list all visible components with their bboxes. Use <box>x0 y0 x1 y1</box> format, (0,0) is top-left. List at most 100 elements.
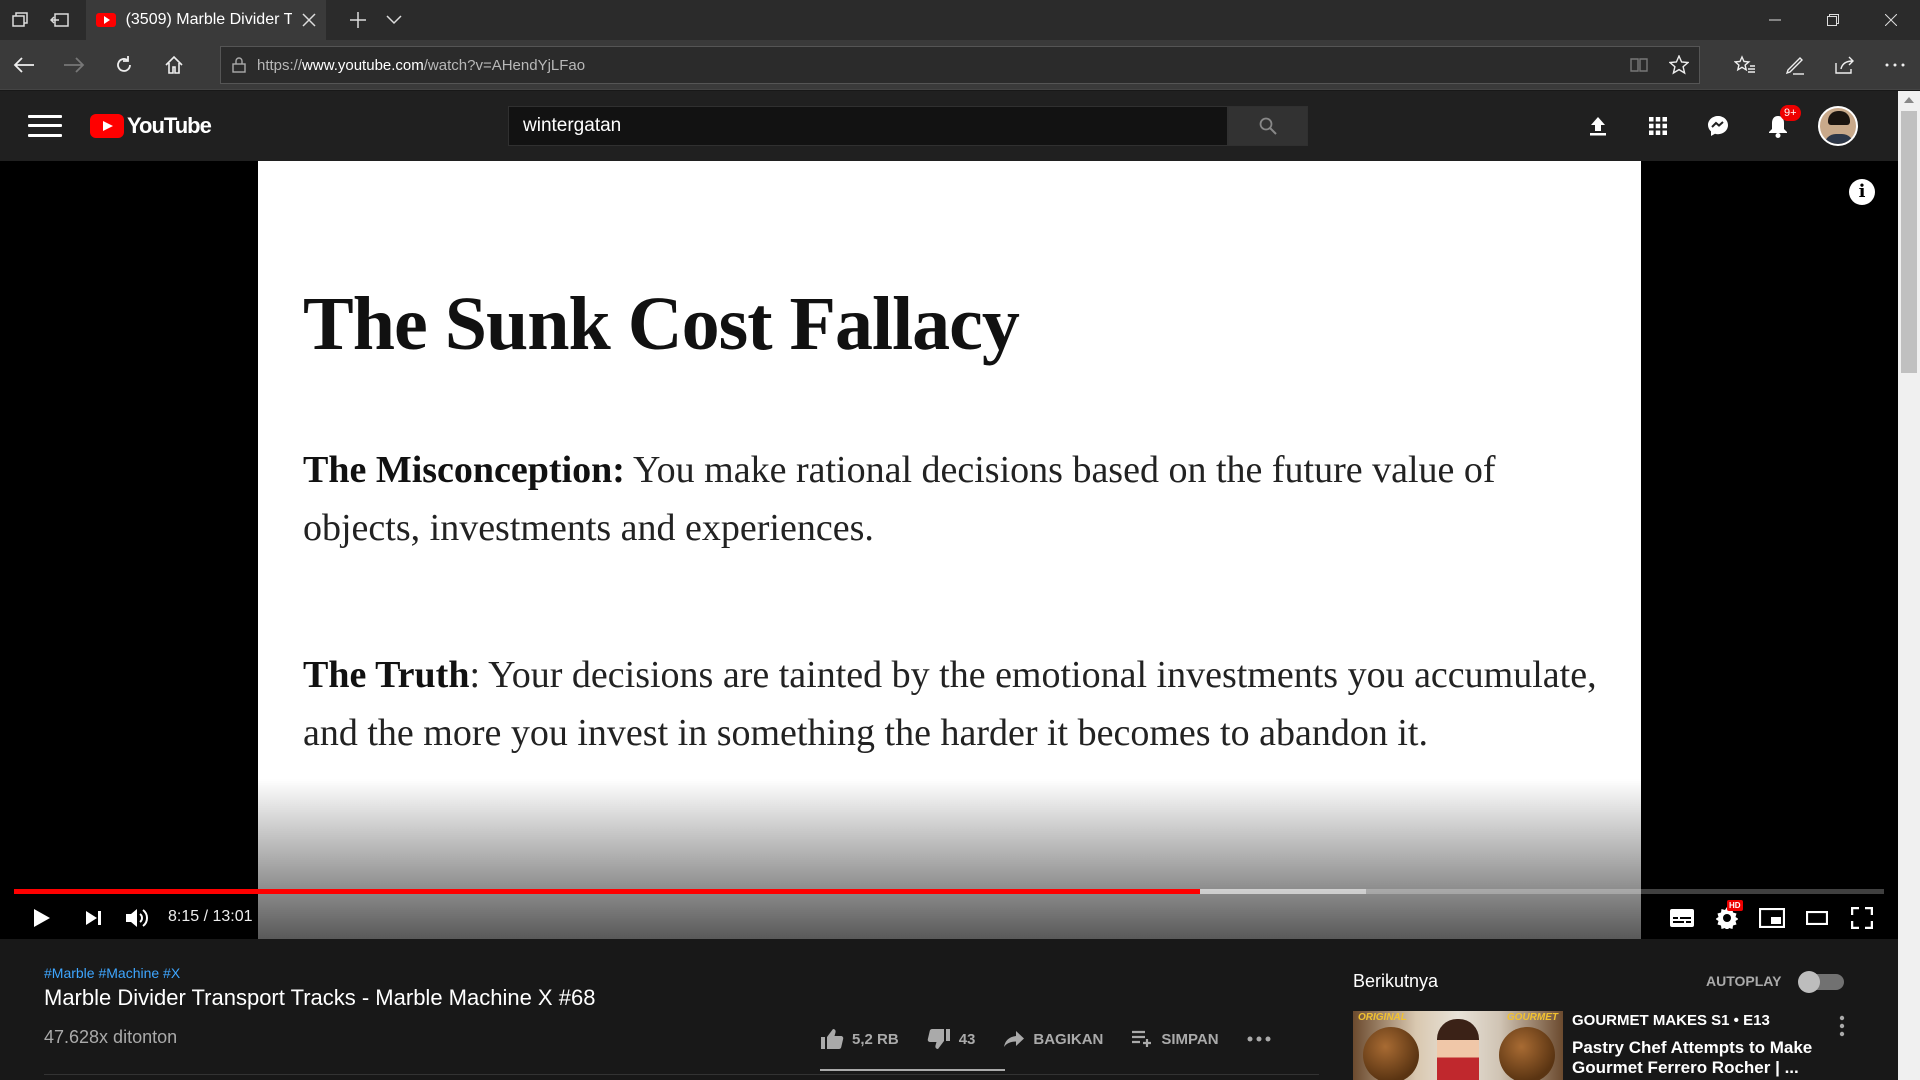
up-next-title[interactable]: Pastry Chef Attempts to Make Gourmet Fer… <box>1572 1038 1842 1078</box>
forward-icon[interactable] <box>54 45 94 85</box>
theater-icon <box>1806 910 1828 925</box>
time-display: 8:15 / 13:01 <box>168 908 253 925</box>
browser-navigation-bar: https://www.youtube.com/watch?v=AHendYjL… <box>0 40 1920 90</box>
truth-label: The Truth <box>303 654 470 696</box>
browser-tab-active[interactable]: (3509) Marble Divider Ti <box>86 0 326 40</box>
mute-button[interactable] <box>116 896 160 939</box>
miniplayer-icon <box>1759 907 1785 928</box>
fullscreen-button[interactable] <box>1840 896 1884 939</box>
set-aside-tabs-icon[interactable] <box>42 0 78 40</box>
thumbs-up-icon <box>821 1029 844 1049</box>
url-prefix: https:// <box>257 56 303 74</box>
settings-button[interactable]: HD <box>1705 896 1749 939</box>
scroll-up-arrow-icon[interactable] <box>1898 91 1920 109</box>
next-icon <box>86 910 101 925</box>
like-count: 5,2 RB <box>852 1030 899 1048</box>
autoplay-toggle[interactable] <box>1798 971 1844 993</box>
miniplayer-button[interactable] <box>1750 896 1794 939</box>
url-text: https://www.youtube.com/watch?v=AHendYjL… <box>257 57 585 74</box>
more-icon[interactable] <box>1870 45 1920 85</box>
notification-badge: 9+ <box>1780 105 1801 121</box>
new-tab-icon[interactable] <box>340 0 376 40</box>
like-button[interactable]: 5,2 RB <box>820 1028 899 1050</box>
player-controls: 8:15 / 13:01 HD <box>0 896 1898 939</box>
play-icon <box>34 908 50 927</box>
page-scrollbar[interactable] <box>1898 91 1920 1080</box>
dislike-count: 43 <box>958 1030 976 1048</box>
pen-icon[interactable] <box>1770 45 1820 85</box>
slide-truth: The Truth: Your decisions are tainted by… <box>303 646 1603 762</box>
favorites-icon[interactable] <box>1720 45 1770 85</box>
progress-played <box>14 889 1200 894</box>
share-button[interactable]: BAGIKAN <box>1003 1030 1103 1048</box>
playlist-add-icon <box>1132 1030 1152 1047</box>
divider <box>44 1074 1319 1075</box>
subtitles-button[interactable] <box>1660 896 1704 939</box>
thumbnail-chocolate-right <box>1499 1027 1555 1080</box>
video-hashtags[interactable]: #Marble #Machine #X <box>44 965 180 981</box>
up-next-label: Berikutnya <box>1353 971 1439 991</box>
thumbnail-chef <box>1437 1019 1479 1080</box>
url-domain: www.youtube.com <box>302 56 424 74</box>
kebab-icon[interactable] <box>1832 1011 1852 1041</box>
autoplay-label: AUTOPLAY <box>1706 973 1782 989</box>
youtube-favicon-icon <box>96 13 116 27</box>
sentiment-bar <box>820 1069 1005 1071</box>
subtitles-icon <box>1670 908 1694 927</box>
up-next-thumbnail[interactable]: ORIGINAL GOURMET <box>1353 1011 1563 1080</box>
tab-actions-icon[interactable] <box>2 0 38 40</box>
view-count: 47.628x ditonton <box>44 1027 178 1047</box>
play-button[interactable] <box>20 896 64 939</box>
hd-badge: HD <box>1727 900 1743 911</box>
theater-mode-button[interactable] <box>1795 896 1839 939</box>
home-icon[interactable] <box>154 45 194 85</box>
search-button[interactable] <box>1228 106 1308 146</box>
dislike-button[interactable]: 43 <box>927 1028 976 1050</box>
tab-list-icon[interactable] <box>376 0 412 40</box>
window-controls <box>1746 0 1920 40</box>
truth-text: : Your decisions are tainted by the emot… <box>303 654 1597 754</box>
menu-icon[interactable] <box>28 112 62 140</box>
thumbs-down-icon <box>927 1029 950 1049</box>
misconception-label: The Misconception: <box>303 449 625 491</box>
favorite-star-icon[interactable] <box>1659 47 1699 83</box>
slide-title: The Sunk Cost Fallacy <box>303 282 1020 366</box>
fullscreen-icon <box>1851 906 1873 929</box>
tab-title: (3509) Marble Divider Ti <box>125 11 292 28</box>
avatar <box>1818 106 1858 146</box>
more-horizontal-icon <box>1247 1036 1271 1042</box>
info-icon[interactable]: i <box>1849 179 1875 205</box>
lock-icon[interactable] <box>221 57 257 73</box>
search-icon <box>1259 117 1277 135</box>
messages-icon[interactable] <box>1688 101 1748 151</box>
scrollbar-thumb[interactable] <box>1901 111 1917 373</box>
video-title: Marble Divider Transport Tracks - Marble… <box>44 985 596 1010</box>
save-label: SIMPAN <box>1161 1030 1219 1048</box>
share-icon[interactable] <box>1820 45 1870 85</box>
search-input[interactable] <box>508 106 1228 146</box>
save-button[interactable]: SIMPAN <box>1131 1030 1219 1048</box>
back-icon[interactable] <box>4 45 44 85</box>
url-path: /watch?v=AHendYjLFao <box>423 56 586 74</box>
refresh-icon[interactable] <box>104 45 144 85</box>
upload-icon[interactable] <box>1568 101 1628 151</box>
thumbnail-tag-right: GOURMET <box>1506 1012 1558 1023</box>
next-button[interactable] <box>72 896 116 939</box>
close-icon[interactable] <box>302 13 316 27</box>
close-window-icon[interactable] <box>1862 0 1920 40</box>
reading-view-icon[interactable] <box>1619 47 1659 83</box>
youtube-logo[interactable]: YouTube <box>90 113 212 139</box>
video-info-section: #Marble #Machine #X Marble Divider Trans… <box>0 939 1898 1080</box>
account-button[interactable] <box>1808 101 1868 151</box>
address-bar[interactable]: https://www.youtube.com/watch?v=AHendYjL… <box>220 46 1700 84</box>
video-player[interactable]: The Sunk Cost Fallacy The Misconception:… <box>0 161 1898 939</box>
browser-tab-bar: (3509) Marble Divider Ti <box>0 0 1920 40</box>
apps-icon[interactable] <box>1628 101 1688 151</box>
more-actions-button[interactable] <box>1247 1036 1279 1042</box>
youtube-play-logo-icon <box>90 114 124 138</box>
minimize-icon[interactable] <box>1746 0 1804 40</box>
video-actions: 5,2 RB 43 BAGIKAN SIMPAN <box>820 1021 1307 1057</box>
notifications-button[interactable]: 9+ <box>1748 101 1808 151</box>
progress-bar[interactable] <box>14 889 1884 894</box>
restore-icon[interactable] <box>1804 0 1862 40</box>
